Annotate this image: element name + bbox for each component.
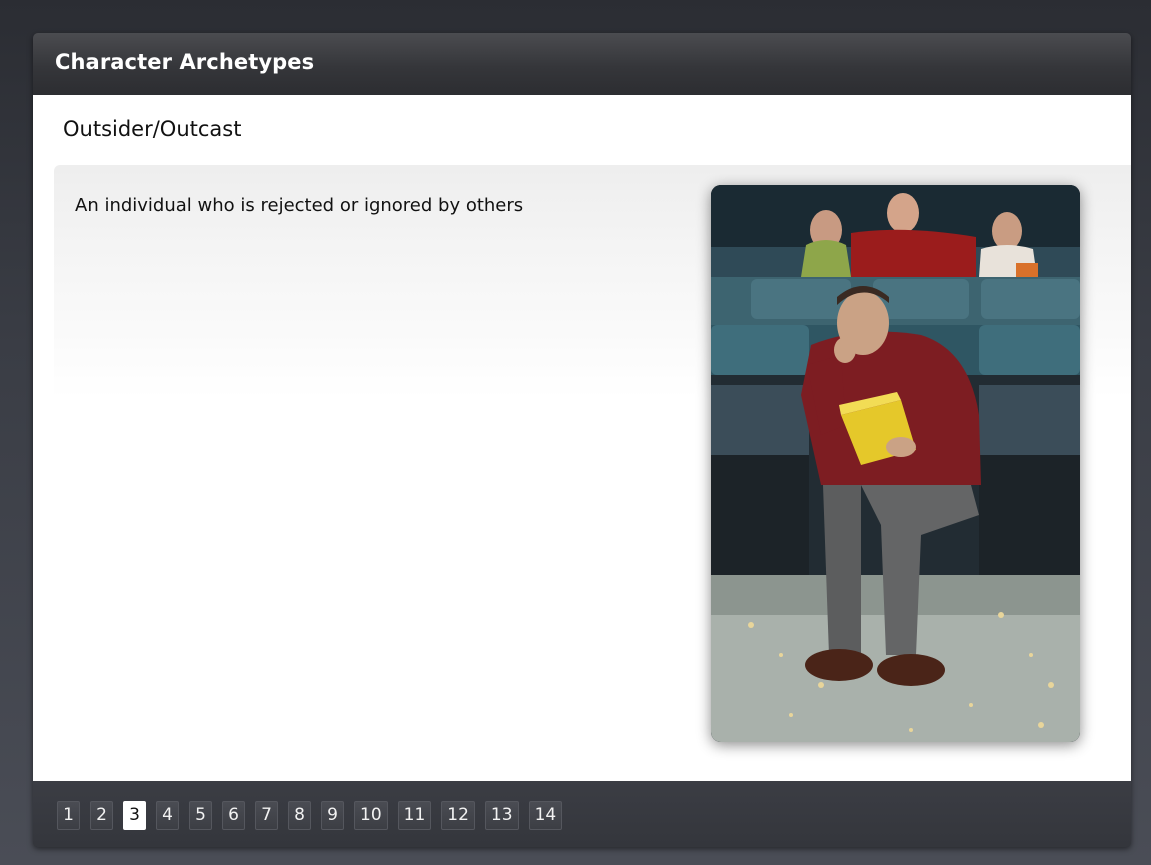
course-title: Character Archetypes <box>55 50 315 74</box>
course-player-frame: Character Archetypes Outsider/Outcast An… <box>33 33 1131 847</box>
page-button-9[interactable]: 9 <box>321 801 344 830</box>
page-button-4[interactable]: 4 <box>156 801 179 830</box>
page-button-5[interactable]: 5 <box>189 801 212 830</box>
page-button-13[interactable]: 13 <box>484 801 519 830</box>
page-button-2[interactable]: 2 <box>90 801 113 830</box>
page-button-11[interactable]: 11 <box>397 801 432 830</box>
page-button-3[interactable]: 3 <box>123 801 146 830</box>
page-navigation: 1 2 3 4 5 6 7 8 9 10 11 12 13 14 <box>33 781 1131 847</box>
slide-area: Outsider/Outcast An individual who is re… <box>33 95 1131 781</box>
page-button-10[interactable]: 10 <box>354 801 388 830</box>
title-bar: Character Archetypes <box>33 33 1131 96</box>
page-button-7[interactable]: 7 <box>255 801 278 830</box>
archetype-description: An individual who is rejected or ignored… <box>75 195 524 216</box>
page-button-12[interactable]: 12 <box>441 801 475 830</box>
slide-heading: Outsider/Outcast <box>63 117 242 141</box>
page-button-14[interactable]: 14 <box>528 801 563 830</box>
page-buttons: 1 2 3 4 5 6 7 8 9 10 11 12 13 14 <box>57 801 563 830</box>
outcast-photo <box>711 185 1080 742</box>
page-button-1[interactable]: 1 <box>57 801 80 830</box>
page-button-8[interactable]: 8 <box>288 801 311 830</box>
movie-theater-photo <box>711 185 1080 742</box>
page-button-6[interactable]: 6 <box>222 801 245 830</box>
